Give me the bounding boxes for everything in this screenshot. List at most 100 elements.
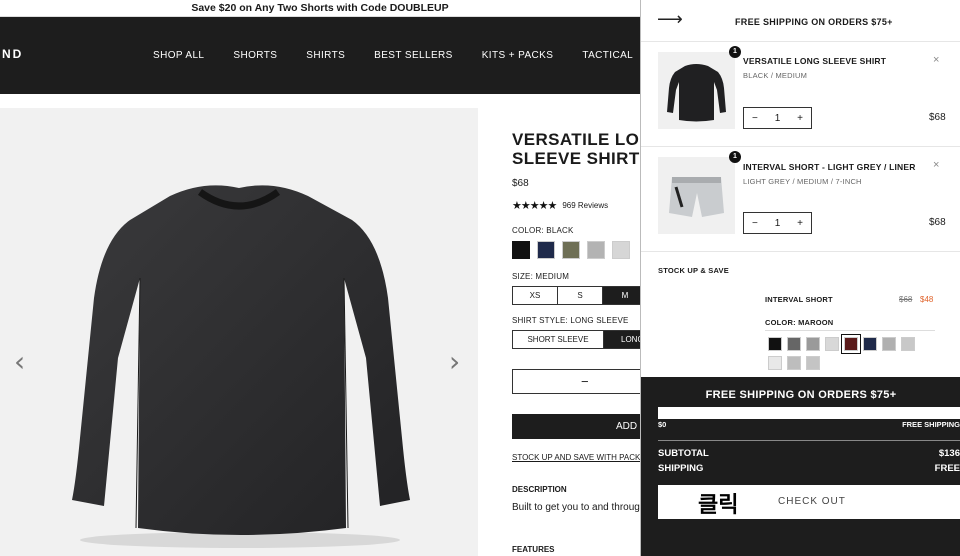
swatch-heather[interactable] [806,337,820,351]
nav-shorts[interactable]: SHORTS [233,50,277,61]
size-label: SIZE: MEDIUM [512,272,570,281]
swatch-sold-out[interactable] [768,356,782,370]
swatch-navy[interactable] [537,241,555,259]
stock-up-heading: STOCK UP & SAVE [658,266,729,275]
shorts-thumbnail-image [669,177,724,217]
product-rating[interactable]: ★★★★★ 969 Reviews [512,199,640,212]
shipping-banner: FREE SHIPPING ON ORDERS $75+ [735,17,893,27]
increment-button[interactable]: + [797,218,803,229]
nav-shirts[interactable]: SHIRTS [306,50,345,61]
swatch-navy[interactable] [863,337,877,351]
cart-item-name[interactable]: INTERVAL SHORT - LIGHT GREY / LINER [743,162,916,172]
checkout-panel: FREE SHIPPING ON ORDERS $75+ $0 FREE SHI… [641,377,960,556]
cart-item: 1 INTERVAL SHORT - LIGHT GREY / LINER LI… [641,147,960,252]
swatch-light-grey[interactable] [825,337,839,351]
quantity-value: 1 [774,217,781,229]
description-text: Built to get you to and through [512,502,640,513]
decrement-button[interactable]: − [752,218,758,229]
product-info: VERSATILE LONG SLEEVE SHIRT $68 ★★★★★ 96… [512,130,640,556]
main-nav: SHOP ALL SHORTS SHIRTS BEST SELLERS KITS… [153,17,633,94]
star-rating-icon: ★★★★★ [512,200,557,212]
quantity-stepper[interactable]: − 1 + [743,212,812,234]
subtotal-value: $136 [938,448,960,459]
quantity-stepper[interactable]: − 1 + [743,107,812,129]
quantity-badge: 1 [729,151,741,163]
long-sleeve-shirt-image [72,185,410,548]
upsell-name[interactable]: INTERVAL SHORT [765,295,833,304]
swatch-black[interactable] [512,241,530,259]
size-xs-button[interactable]: XS [512,286,558,305]
remove-item-close-icon[interactable]: × [933,54,939,66]
upsell-sale-price: $48 [920,295,934,304]
site-header: ND SHOP ALL SHORTS SHIRTS BEST SELLERS K… [0,17,640,94]
site-logo[interactable]: ND [2,47,23,61]
nav-tactical[interactable]: TACTICAL [582,50,633,61]
swatch-light-grey[interactable] [612,241,630,259]
swatch-grey[interactable] [587,241,605,259]
cart-item-variant: LIGHT GREY / MEDIUM / 7-INCH [743,177,862,186]
progress-start-label: $0 [658,420,667,429]
subtotal-label: SUBTOTAL [658,448,709,459]
upsell-original-price: $68 [899,295,913,304]
cart-drawer: ⟶ FREE SHIPPING ON ORDERS $75+ 1 VERSATI… [640,0,960,556]
promo-banner: Save $20 on Any Two Shorts with Code DOU… [0,0,640,17]
style-label: SHIRT STYLE: LONG SLEEVE [512,316,629,325]
swatch-maroon[interactable] [841,334,861,354]
size-m-button[interactable]: M [602,286,640,305]
upsell-color-label: COLOR: MAROON [765,318,935,331]
size-options: XS S M [512,286,640,305]
color-label: COLOR: BLACK [512,226,574,235]
color-swatches [512,241,630,259]
long-sleeve-button[interactable]: LONG SLEEVE [603,330,640,349]
click-annotation: 클릭 [698,493,739,518]
swatch-sold-out[interactable] [901,337,915,351]
swatch-olive[interactable] [562,241,580,259]
quantity-stepper[interactable]: − [512,369,640,394]
stock-up-link[interactable]: STOCK UP AND SAVE WITH PACKS [512,453,640,462]
close-cart-arrow-icon[interactable]: ⟶ [657,9,683,30]
qty-minus-button[interactable]: − [581,374,589,389]
nav-best-sellers[interactable]: BEST SELLERS [374,50,453,61]
cart-item-variant: BLACK / MEDIUM [743,71,808,80]
description-heading[interactable]: DESCRIPTION [512,485,567,494]
cart-item-name[interactable]: VERSATILE LONG SLEEVE SHIRT [743,56,886,66]
cart-item-thumbnail[interactable] [658,52,735,129]
shipping-progress-fill [658,407,960,419]
quantity-badge: 1 [729,46,741,58]
swatch-sold-out[interactable] [787,356,801,370]
nav-kits-packs[interactable]: KITS + PACKS [482,50,554,61]
swatch-camo[interactable] [787,337,801,351]
nav-shop-all[interactable]: SHOP ALL [153,50,204,61]
increment-button[interactable]: + [797,113,803,124]
divider [658,440,960,441]
checkout-button[interactable]: 클릭 CHECK OUT [658,485,960,519]
gallery-prev-arrow-icon[interactable]: ‹ [14,348,25,376]
review-count[interactable]: 969 Reviews [562,201,608,210]
swatch-sold-out[interactable] [882,337,896,351]
cart-item-price: $68 [929,217,946,228]
shipping-value: FREE [934,463,960,474]
shipping-label: SHIPPING [658,463,704,474]
shirt-thumbnail-image [667,64,726,122]
decrement-button[interactable]: − [752,113,758,124]
short-sleeve-button[interactable]: SHORT SLEEVE [512,330,604,349]
quantity-value: 1 [774,112,781,124]
size-s-button[interactable]: S [557,286,603,305]
cart-item-thumbnail[interactable] [658,157,735,234]
shipping-progress-bar [658,407,960,419]
free-shipping-banner: FREE SHIPPING ON ORDERS $75+ [705,389,897,401]
product-price: $68 [512,178,529,189]
style-options: SHORT SLEEVE LONG SLEEVE [512,330,640,349]
cart-item: 1 VERSATILE LONG SLEEVE SHIRT BLACK / ME… [641,42,960,147]
product-image: ‹ › [0,108,478,556]
cart-item-price: $68 [929,112,946,123]
add-to-cart-button[interactable]: ADD TO CART [512,414,640,439]
features-heading[interactable]: FEATURES [512,545,555,554]
swatch-black[interactable] [768,337,782,351]
gallery-next-arrow-icon[interactable]: › [449,348,460,376]
cart-header: ⟶ FREE SHIPPING ON ORDERS $75+ [641,0,960,42]
progress-end-label: FREE SHIPPING [902,420,960,429]
remove-item-close-icon[interactable]: × [933,159,939,171]
swatch-sold-out[interactable] [806,356,820,370]
checkout-label: CHECK OUT [778,496,846,507]
